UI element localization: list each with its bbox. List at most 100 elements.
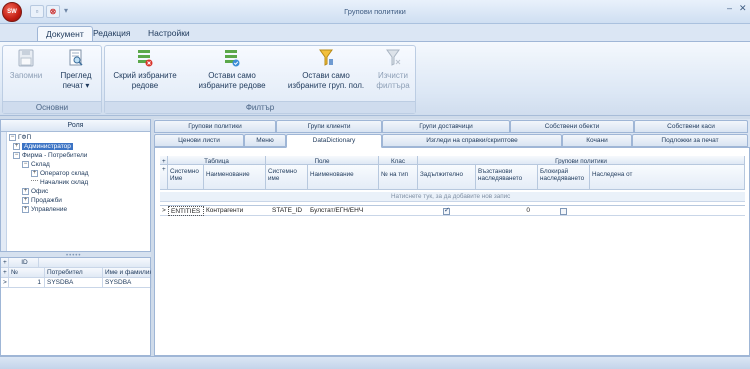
data-dictionary-grid-header: + Таблица Поле Клас Групови политики + С… — [160, 156, 745, 190]
cell-field-name[interactable]: Булстат/ЕГН/ЕНЧ — [308, 206, 379, 216]
expand-icon[interactable]: + — [22, 206, 29, 213]
row-indicator-icon: > — [1, 278, 9, 288]
expand-icon[interactable]: + — [22, 188, 29, 195]
save-icon — [18, 49, 34, 67]
column-header-field-system-name[interactable]: Системно име — [266, 165, 308, 190]
filter-groups-icon — [319, 49, 333, 66]
keep-selected-rows-button[interactable]: Остави само избраните редове — [189, 49, 275, 91]
table-row[interactable]: > ENTITIES Контрагенти STATE_ID Булстат/… — [160, 205, 745, 216]
ribbon-group-basic: Запомни Преглед печат ▾ Основни — [2, 45, 102, 114]
cell-table-name[interactable]: Контрагенти — [204, 206, 266, 216]
status-bar — [0, 356, 750, 369]
column-header-user[interactable]: Потребител — [45, 268, 103, 278]
mandatory-checkbox[interactable] — [443, 206, 450, 215]
print-preview-label-2: печат — [62, 81, 84, 90]
cell-type-number[interactable] — [379, 206, 418, 216]
expand-icon[interactable]: + — [22, 197, 29, 204]
hide-selected-rows-button[interactable]: Скрий избраните редове — [107, 49, 183, 91]
block-inheritance-checkbox[interactable] — [560, 208, 567, 215]
tab-own-cash-desks[interactable]: Собствени каси — [634, 120, 748, 133]
filter-groups-label-2: избраните груп. пол. — [287, 81, 365, 90]
keep-rows-label-2: избраните редове — [198, 81, 266, 90]
column-header-restore-inheritance[interactable]: Възстанови наследяването — [476, 165, 538, 190]
print-preview-button[interactable]: Преглед печат ▾ — [53, 49, 99, 91]
tree-node-gfp[interactable]: − ГФП — [9, 133, 31, 142]
keep-selected-group-policies-button[interactable]: Остави само избраните груп. пол. — [281, 49, 371, 91]
print-preview-label-1: Преглед — [60, 71, 92, 80]
hide-rows-label-1: Скрий избраните — [113, 71, 177, 80]
filter-groups-label-1: Остави само — [302, 71, 350, 80]
minimize-button[interactable]: – — [727, 3, 732, 13]
tab-own-sites[interactable]: Собствени обекти — [510, 120, 634, 133]
tree-node-management[interactable]: + Управление — [22, 205, 67, 214]
collapse-icon[interactable]: − — [22, 161, 29, 168]
tree-node-office[interactable]: + Офис — [22, 187, 48, 196]
tab-supplier-groups[interactable]: Групи доставчици — [382, 120, 510, 133]
roles-tree: − ГФП + Администратор − Фирма - Потребители… — [1, 132, 150, 251]
column-header-full-name[interactable]: Име и фамилия — [103, 268, 152, 278]
id-column-header[interactable]: ID — [9, 258, 39, 268]
roles-header: Роля — [1, 120, 150, 132]
print-preview-icon — [69, 49, 83, 66]
cell-system-name[interactable]: ENTITIES — [168, 206, 204, 216]
tab-receipt-books[interactable]: Кочани — [562, 134, 632, 147]
column-header-inherited-from[interactable]: Наследена от — [590, 165, 745, 190]
data-dictionary-content: + Таблица Поле Клас Групови политики + С… — [154, 147, 750, 356]
cell-restore-inheritance[interactable]: 0 — [476, 206, 534, 216]
clear-filter-label-2: филтъра — [376, 81, 410, 90]
title-bar: SW ▫ ⊗ ▾ Групови политики – ✕ — [0, 0, 750, 24]
tab-print-templates[interactable]: Подложки за печат — [632, 134, 748, 147]
cell-inherited-from[interactable] — [590, 206, 745, 216]
users-id-header-row: + ID — [1, 258, 150, 268]
new-row-placeholder[interactable]: Натиснете тук, за да добавите нов запис — [160, 192, 745, 202]
row-indicator-icon: > — [162, 207, 166, 214]
window-title: Групови политики — [344, 7, 406, 16]
tab-group-policies[interactable]: Групови политики — [154, 120, 276, 133]
band-field: Поле — [266, 156, 379, 165]
clear-filter-icon — [386, 49, 401, 66]
column-header-system-name[interactable]: Системно Име — [168, 165, 204, 190]
tab-client-groups[interactable]: Групи клиенти — [276, 120, 382, 133]
collapse-icon[interactable]: − — [9, 134, 16, 141]
tab-report-views[interactable]: Изгледи на справки/скриптове — [382, 134, 562, 147]
keep-rows-label-1: Остави само — [208, 71, 256, 80]
band-group-policies: Групови политики — [418, 156, 745, 165]
table-row[interactable]: > 1 SYSDBA SYSDBA — [1, 278, 152, 288]
expand-icon[interactable]: + — [13, 143, 20, 150]
tree-node-warehouse-operator[interactable]: + Оператор склад — [31, 169, 89, 178]
expand-icon[interactable]: + — [31, 170, 38, 177]
column-header-table-name[interactable]: Наименование — [204, 165, 266, 190]
column-header-field-name[interactable]: Наименование — [308, 165, 379, 190]
band-class: Клас — [379, 156, 418, 165]
hide-rows-icon — [138, 50, 153, 67]
tab-edit[interactable]: Редакция — [85, 26, 138, 41]
tree-node-warehouse-manager[interactable]: Началник склад — [31, 178, 88, 187]
ribbon-group-filter-caption: Филтър — [105, 101, 415, 113]
tab-row-bottom: Ценови листи Меню DataDictionary Изгледи… — [154, 134, 750, 148]
tab-row-top: Групови политики Групи клиенти Групи дос… — [154, 120, 750, 133]
collapse-icon[interactable]: − — [13, 152, 20, 159]
tree-node-sales[interactable]: + Продажби — [22, 196, 62, 205]
users-header-row: + № Потребител Име и фамилия — [1, 268, 152, 278]
column-header-type-number[interactable]: № на тип — [379, 165, 418, 190]
tab-menu[interactable]: Меню — [244, 134, 286, 147]
close-button[interactable]: ✕ — [739, 3, 747, 14]
save-button-label: Запомни — [9, 71, 43, 80]
roles-panel: Роля − ГФП + Администратор − Фирма - Потреб… — [0, 119, 151, 252]
cell-field-system-name[interactable]: STATE_ID — [266, 206, 308, 216]
column-header-mandatory[interactable]: Задължително — [418, 165, 476, 190]
tree-node-administrator[interactable]: + Администратор — [13, 142, 73, 151]
tab-data-dictionary[interactable]: DataDictionary — [286, 134, 382, 148]
users-panel: + ID + № Потребител Име и фамилия > 1 SY… — [0, 257, 152, 356]
tree-node-company-users[interactable]: − Фирма - Потребители — [13, 151, 87, 160]
ribbon: Запомни Преглед печат ▾ Основни Скрий из… — [0, 41, 750, 116]
ribbon-group-basic-caption: Основни — [3, 101, 101, 113]
save-button[interactable]: Запомни — [5, 49, 47, 81]
clear-filter-button[interactable]: Изчисти филтъра — [371, 49, 415, 91]
column-header-block-inheritance[interactable]: Блокирай наследяването — [538, 165, 590, 190]
tab-price-lists[interactable]: Ценови листи — [154, 134, 244, 147]
band-table: Таблица — [168, 156, 266, 165]
column-header-number[interactable]: № — [9, 268, 45, 278]
tree-node-warehouse[interactable]: − Склад — [22, 160, 50, 169]
tab-settings[interactable]: Настройки — [140, 26, 198, 41]
